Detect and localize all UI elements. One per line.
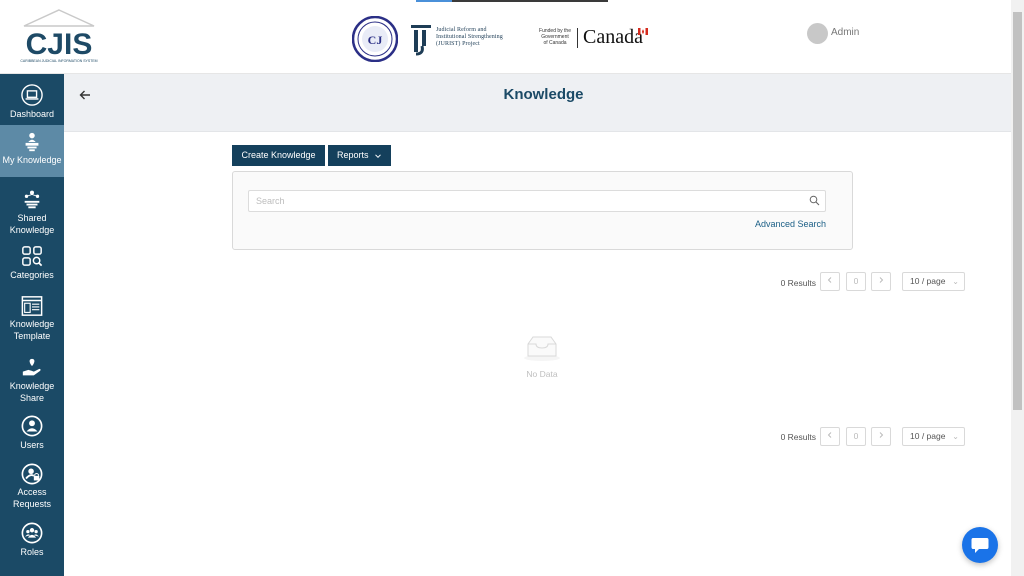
sidebar-item-label: Dashboard [9, 109, 55, 119]
current-page[interactable]: 0 [846, 427, 866, 446]
sidebar-item-label: Categories [10, 270, 54, 280]
prev-page-button[interactable] [820, 272, 840, 291]
funded-line-3: of Canada [543, 40, 567, 46]
chevron-down-icon [375, 154, 381, 158]
funded-by-text: Funded by the Government of Canada [535, 28, 575, 46]
jurist-pillar-icon [411, 25, 431, 56]
loading-strip [416, 0, 608, 2]
current-page[interactable]: 0 [846, 272, 866, 291]
user-lock-icon [21, 463, 43, 485]
chevron-right-icon [879, 277, 884, 283]
chevron-down-icon: ⌄ [952, 277, 959, 286]
sidebar-item-access-requests[interactable]: Access Requests [0, 462, 64, 514]
results-count: 0 Results [780, 432, 816, 442]
users-group-icon [21, 522, 43, 544]
user-avatar[interactable] [807, 23, 828, 44]
page-title: Knowledge [503, 86, 584, 103]
jurist-line-1: Judicial Reform and [436, 27, 487, 33]
scrollbar-thumb[interactable] [1013, 12, 1022, 410]
canada-wordmark: Canada [583, 26, 643, 48]
svg-text:CJ: CJ [368, 33, 383, 47]
sidebar-item-users[interactable]: Users [0, 412, 64, 454]
hand-share-icon [22, 358, 41, 376]
page-size-select[interactable]: 10 / page ⌄ [902, 272, 965, 291]
results-count: 0 Results [780, 278, 816, 288]
person-podium-icon [25, 132, 39, 152]
page-title-bar [64, 74, 1011, 132]
canada-divider [577, 28, 578, 48]
user-name[interactable]: Admin [831, 27, 859, 38]
sidebar-item-knowledge-template[interactable]: Knowledge Template [0, 292, 64, 344]
sidebar-item-label: Knowledge Template [9, 319, 55, 341]
jurist-line-2: Institutional Strengthening [436, 34, 503, 40]
jurist-line-3: (JURIST) Project [436, 41, 480, 47]
empty-state-text: No Data [526, 369, 558, 379]
chat-button[interactable] [962, 527, 998, 563]
chevron-left-icon [827, 277, 832, 283]
chat-bubble-icon [971, 538, 989, 553]
sidebar-item-label: Roles [20, 547, 44, 557]
cjis-logo[interactable]: CJIS [14, 8, 104, 66]
chevron-left-icon [827, 432, 832, 438]
ccj-seal: CJ [352, 16, 398, 62]
search-icon[interactable] [809, 195, 820, 206]
sidebar-item-label: Access Requests [12, 487, 52, 509]
svg-text:CJIS: CJIS [26, 28, 93, 61]
user-circle-icon [21, 415, 43, 437]
share-nodes-icon [24, 190, 40, 209]
reports-dropdown-button[interactable]: Reports [328, 145, 391, 166]
sidebar-item-my-knowledge[interactable]: My Knowledge [0, 125, 64, 177]
sidebar-item-label: Knowledge Share [9, 381, 55, 403]
sidebar-item-label: Users [20, 440, 44, 450]
app-page: CJIS CARIBBEAN JUDICIAL INFORMATION SYST… [0, 0, 1024, 576]
advanced-search-link[interactable]: Advanced Search [740, 219, 826, 229]
template-icon [21, 296, 43, 316]
vertical-scrollbar[interactable] [1011, 0, 1024, 576]
sidebar-item-label: My Knowledge [2, 155, 62, 165]
sidebar-item-knowledge-share[interactable]: Knowledge Share [0, 354, 64, 406]
sidebar-item-roles[interactable]: Roles [0, 522, 64, 562]
prev-page-button[interactable] [820, 427, 840, 446]
search-input[interactable] [248, 190, 826, 212]
sidebar-item-shared-knowledge[interactable]: Shared Knowledge [0, 184, 64, 236]
jurist-project-name: Judicial Reform and Institutional Streng… [436, 27, 503, 48]
canada-flag-icon [638, 28, 648, 35]
category-search-icon [22, 246, 43, 267]
page-size-value: 10 / page [910, 276, 946, 286]
chevron-down-icon: ⌄ [952, 432, 959, 441]
next-page-button[interactable] [871, 272, 891, 291]
page-size-select[interactable]: 10 / page ⌄ [902, 427, 965, 446]
sidebar-nav: Dashboard My Knowledge Shared Knowledge … [0, 74, 64, 576]
sidebar-item-label: Shared Knowledge [9, 213, 55, 235]
chevron-right-icon [879, 432, 884, 438]
create-knowledge-button[interactable]: Create Knowledge [232, 145, 325, 166]
empty-inbox-icon [524, 336, 560, 361]
page-size-value: 10 / page [910, 431, 946, 441]
top-header: CJIS CARIBBEAN JUDICIAL INFORMATION SYST… [0, 0, 1011, 74]
logo-caption: CARIBBEAN JUDICIAL INFORMATION SYSTEM [20, 59, 98, 63]
reports-label: Reports [336, 150, 369, 160]
sidebar-item-categories[interactable]: Categories [0, 242, 64, 284]
next-page-button[interactable] [871, 427, 891, 446]
